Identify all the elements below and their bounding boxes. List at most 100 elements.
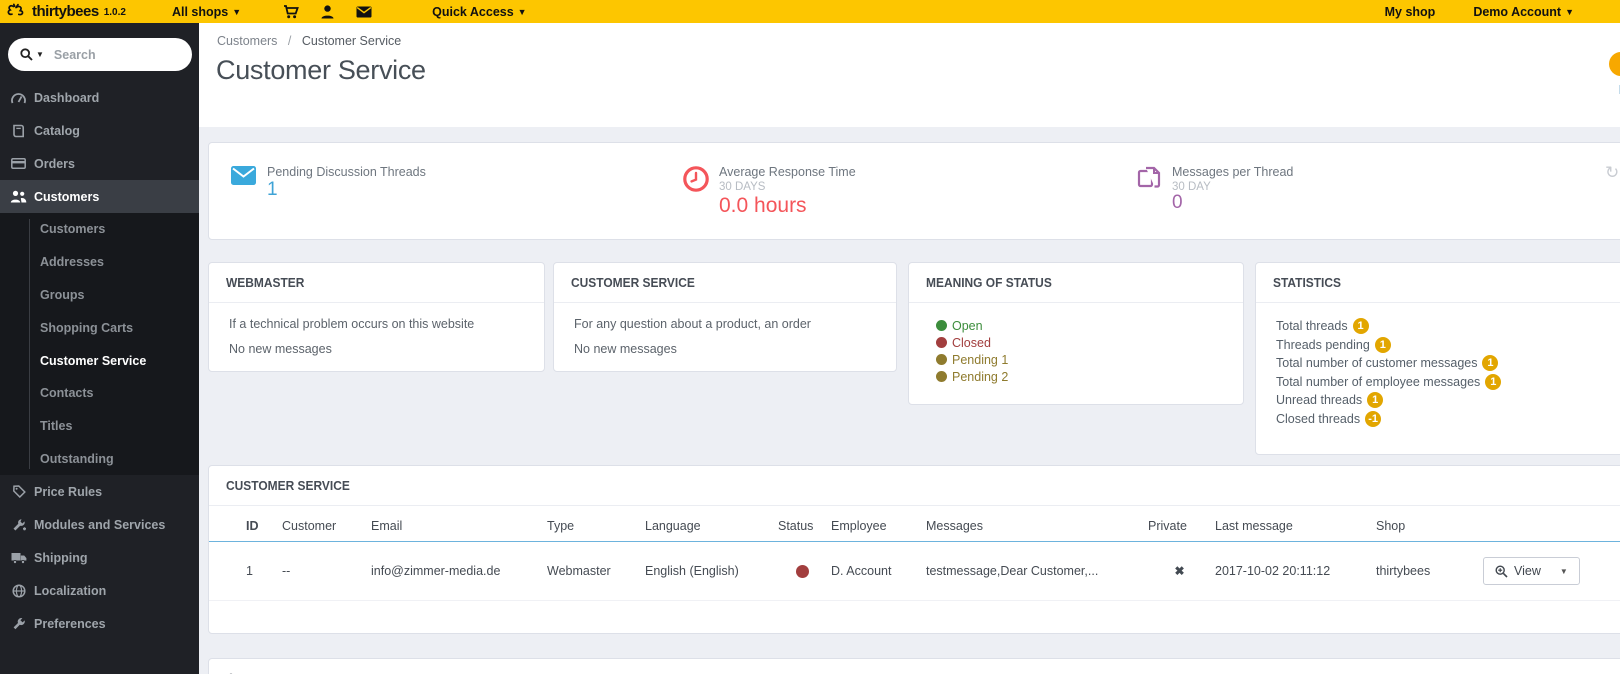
brand-version: 1.0.2 xyxy=(103,7,126,18)
customer-service-description: For any question about a product, an ord… xyxy=(574,317,811,331)
zoom-in-icon xyxy=(1495,564,1508,578)
sidebar-item-preferences[interactable]: Preferences xyxy=(0,607,199,640)
sidebar-item-orders[interactable]: Orders xyxy=(0,147,199,180)
col-status[interactable]: Status xyxy=(778,506,831,542)
localization-icon xyxy=(10,583,27,598)
dashboard-icon xyxy=(10,90,27,105)
price-rules-icon xyxy=(10,484,27,499)
sidebar-item-outstanding[interactable]: Outstanding xyxy=(0,443,199,476)
cart-icon[interactable] xyxy=(283,4,300,19)
chevron-down-icon[interactable] xyxy=(1560,567,1568,576)
customer-service-status: No new messages xyxy=(574,342,677,356)
chevron-down-icon xyxy=(1565,7,1574,17)
sidebar-item-contacts[interactable]: Contacts xyxy=(0,377,199,410)
refresh-icon[interactable] xyxy=(1605,163,1619,183)
statistics-panel: STATISTICS Total threads 1 Threads pendi… xyxy=(1255,262,1620,455)
sidebar-item-titles[interactable]: Titles xyxy=(0,410,199,443)
col-actions xyxy=(1483,506,1620,542)
search-icon xyxy=(20,48,33,61)
kpi-value: 0 xyxy=(1172,192,1183,213)
cell-email: info@zimmer-media.de xyxy=(371,541,547,601)
col-type[interactable]: Type xyxy=(547,506,645,542)
brand-logo[interactable]: thirtybees 1.0.2 xyxy=(6,3,126,21)
sidebar-item-addresses[interactable]: Addresses xyxy=(0,246,199,279)
stat-badge: 1 xyxy=(1485,373,1502,390)
sidebar-item-customers[interactable]: Customers xyxy=(0,180,199,213)
status-dot-closed xyxy=(796,565,809,579)
cell-actions: View xyxy=(1483,541,1620,601)
chevron-down-icon xyxy=(232,7,241,17)
sidebar-item-catalog[interactable]: Catalog xyxy=(0,114,199,147)
cell-last-message: 2017-10-02 20:11:12 xyxy=(1215,541,1376,601)
status-dot-pending1 xyxy=(936,354,947,365)
sidebar-item-price-rules[interactable]: Price Rules xyxy=(0,475,199,508)
status-legend-pending2: Pending 2 xyxy=(929,368,1223,385)
stat-closed-threads: Closed threads -1 xyxy=(1276,410,1607,429)
cell-customer: -- xyxy=(282,541,371,601)
threads-table: ID Customer Email Type Language Status E… xyxy=(209,506,1620,601)
sidebar-item-localization[interactable]: Localization xyxy=(0,574,199,607)
stat-badge: 1 xyxy=(1374,336,1391,353)
account-dropdown[interactable]: Demo Account xyxy=(1473,5,1574,19)
panel-title: MEANING OF STATUS xyxy=(926,275,1052,290)
col-email[interactable]: Email xyxy=(371,506,547,542)
brand-name: thirtybees xyxy=(32,3,99,20)
stat-badge: 1 xyxy=(1482,355,1499,372)
col-private[interactable]: Private xyxy=(1148,506,1215,542)
cell-messages: testmessage,Dear Customer,... xyxy=(926,541,1148,601)
panel-title: CUSTOMER SERVICE xyxy=(226,478,350,493)
table-row[interactable]: 1 -- info@zimmer-media.de Webmaster Engl… xyxy=(209,541,1620,601)
not-private-x-icon xyxy=(1174,564,1184,578)
cell-status xyxy=(778,541,831,601)
col-id[interactable]: ID xyxy=(209,506,282,542)
stat-threads-pending: Threads pending 1 xyxy=(1276,336,1607,355)
chevron-down-icon xyxy=(518,7,527,17)
view-button[interactable]: View xyxy=(1483,557,1580,585)
sidebar-item-shopping-carts[interactable]: Shopping Carts xyxy=(0,311,199,344)
user-icon[interactable] xyxy=(321,4,334,19)
customers-icon xyxy=(10,189,27,204)
all-shops-dropdown[interactable]: All shops xyxy=(172,5,241,19)
sidebar-item-customers-sub[interactable]: Customers xyxy=(0,213,199,246)
orders-icon xyxy=(10,156,27,171)
envelope-kpi-icon xyxy=(231,166,256,185)
status-dot-closed xyxy=(936,337,947,348)
sidebar-item-dashboard[interactable]: Dashboard xyxy=(0,81,199,114)
status-legend-open: Open xyxy=(929,317,1223,334)
page-header: Customers / Customer Service Customer Se… xyxy=(199,23,1620,127)
col-messages[interactable]: Messages xyxy=(926,506,1148,542)
kpi-panel: Pending Discussion Threads 1 Average Res… xyxy=(208,142,1620,240)
webmaster-status: No new messages xyxy=(229,342,332,356)
sidebar-item-shipping[interactable]: Shipping xyxy=(0,541,199,574)
cell-id: 1 xyxy=(209,541,282,601)
my-shop-link[interactable]: My shop xyxy=(1385,5,1436,19)
col-employee[interactable]: Employee xyxy=(831,506,926,542)
customer-service-panel: CUSTOMER SERVICE For any question about … xyxy=(553,262,897,372)
breadcrumb-parent[interactable]: Customers xyxy=(217,34,277,48)
status-meaning-panel: MEANING OF STATUS Open Closed Pending 1 … xyxy=(908,262,1244,405)
search-input[interactable] xyxy=(53,47,174,62)
status-legend-closed: Closed xyxy=(929,334,1223,351)
sidebar-search[interactable] xyxy=(8,38,192,71)
envelope-icon[interactable] xyxy=(356,6,372,18)
sidebar-menu: Dashboard Catalog Orders Customers Custo… xyxy=(0,81,199,640)
shipping-icon xyxy=(10,550,27,565)
stat-employee-messages: Total number of employee messages 1 xyxy=(1276,373,1607,392)
col-last-message[interactable]: Last message xyxy=(1215,506,1376,542)
panel-title: STATISTICS xyxy=(1273,275,1341,290)
breadcrumb: Customers / Customer Service xyxy=(217,34,401,48)
stat-badge: 1 xyxy=(1352,318,1369,335)
customer-service-table-panel: CUSTOMER SERVICE ID Customer Email Type … xyxy=(208,465,1620,634)
col-language[interactable]: Language xyxy=(645,506,778,542)
search-scope-caret-icon[interactable] xyxy=(36,50,44,59)
kpi-value[interactable]: 1 xyxy=(267,179,278,201)
col-shop[interactable]: Shop xyxy=(1376,506,1483,542)
help-bubble-icon[interactable] xyxy=(1609,52,1620,76)
sidebar-item-groups[interactable]: Groups xyxy=(0,279,199,312)
col-customer[interactable]: Customer xyxy=(282,506,371,542)
sidebar-item-customer-service[interactable]: Customer Service xyxy=(0,344,199,377)
sidebar-item-modules[interactable]: Modules and Services xyxy=(0,508,199,541)
webmaster-description: If a technical problem occurs on this we… xyxy=(229,317,475,331)
quick-access-dropdown[interactable]: Quick Access xyxy=(432,5,526,19)
stat-badge: 1 xyxy=(1367,392,1384,409)
